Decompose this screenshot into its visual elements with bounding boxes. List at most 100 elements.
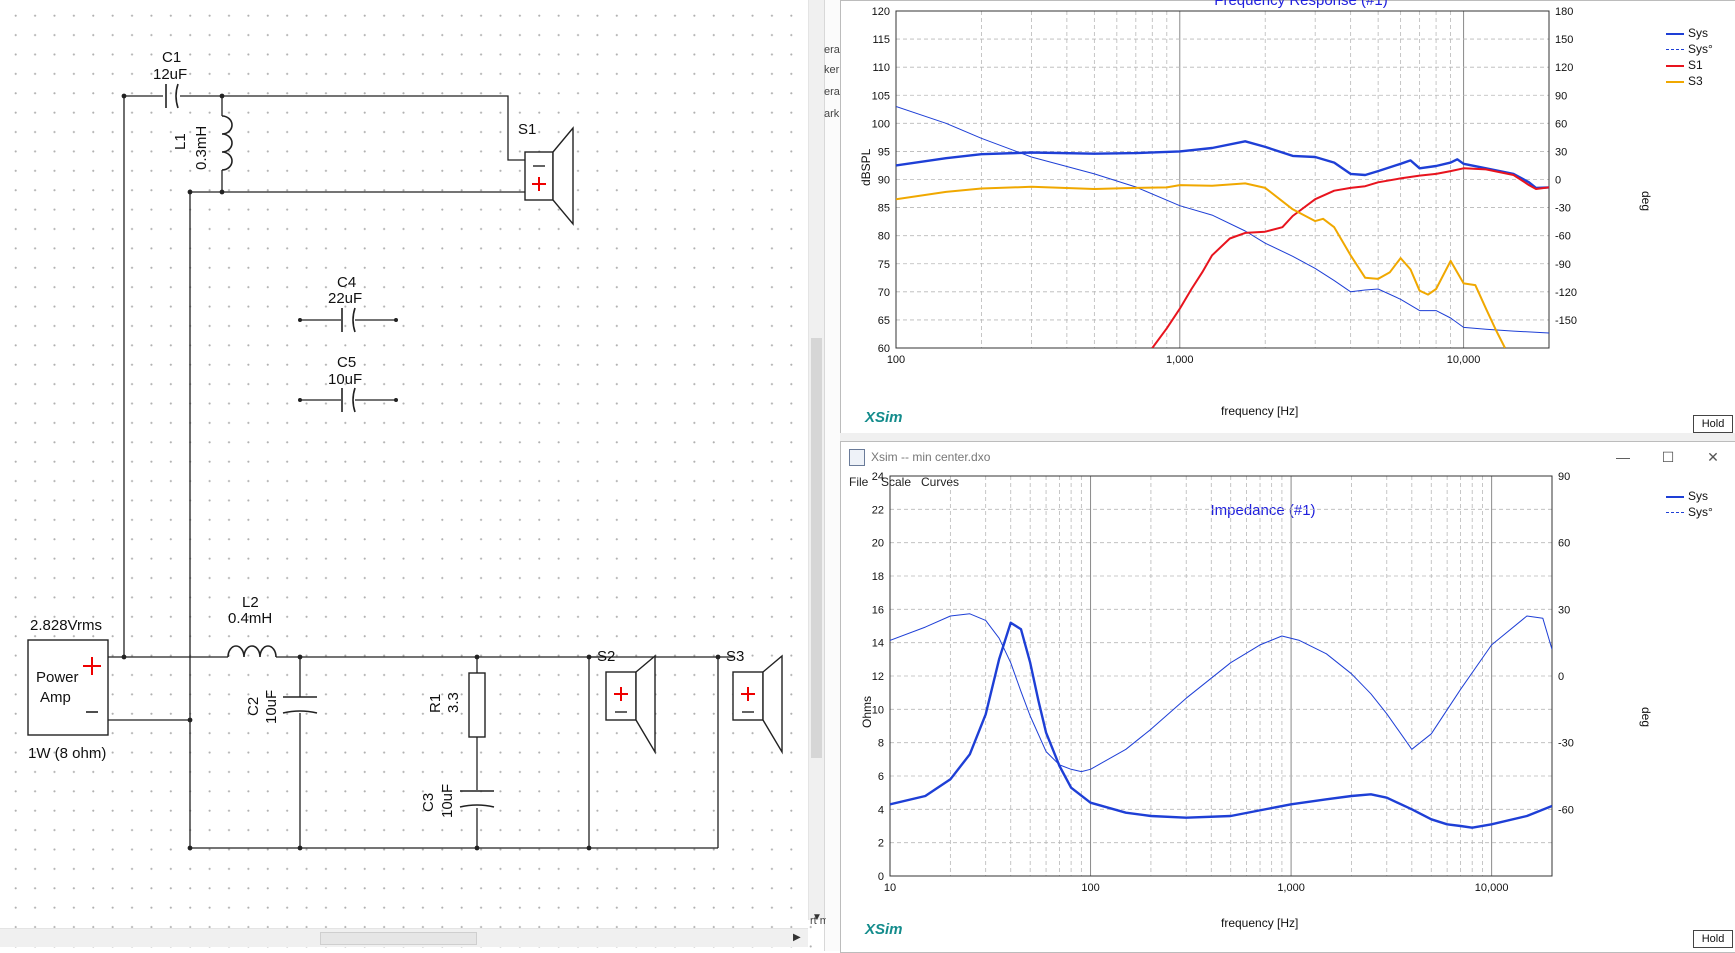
amp-label-line1: Power <box>36 669 79 686</box>
schematic-canvas[interactable]: C1 12uF L1 0.3mH S1 C4 22uF C5 10uF L2 0… <box>0 0 812 951</box>
c2-value: 10uF <box>263 690 280 724</box>
r1-value: 3.3 <box>445 692 462 713</box>
xsim-logo: XSim <box>865 921 903 938</box>
impedance-window[interactable]: Xsim -- min center.dxo — ☐ ✕ File Scale … <box>840 441 1735 953</box>
x-axis-label: frequency [Hz] <box>1221 916 1299 930</box>
wire <box>717 656 733 848</box>
y-tick-label: 12 <box>872 671 884 683</box>
y2-tick-label: 90 <box>1558 471 1570 483</box>
y-axis-label: Ohms <box>860 695 874 728</box>
y2-tick-label: -60 <box>1555 231 1571 243</box>
y-tick-label: 85 <box>878 203 890 215</box>
y-tick-label: 20 <box>872 538 884 550</box>
l2-name: L2 <box>242 594 259 611</box>
c4-capacitor[interactable] <box>341 307 356 333</box>
hold-button[interactable]: Hold <box>1693 415 1733 433</box>
y-tick-label: 115 <box>872 34 890 46</box>
x-tick-label: 10 <box>884 882 896 894</box>
s1-speaker[interactable] <box>524 126 574 226</box>
legend-label: Sys <box>1688 26 1709 40</box>
legend-label: Sys° <box>1688 42 1713 56</box>
power-amp[interactable] <box>27 639 109 736</box>
frequency-response-window[interactable]: Frequency Response (#1) 120 115 110 105 100 9… <box>840 0 1735 435</box>
legend-swatch <box>1666 49 1684 50</box>
y2-tick-label: 60 <box>1555 118 1567 130</box>
y-axis-label: dBSPL <box>859 148 873 186</box>
c3-capacitor[interactable] <box>459 790 495 808</box>
legend-label: S3 <box>1688 74 1703 88</box>
r1-name: R1 <box>427 694 444 713</box>
y-tick-label: 95 <box>878 146 890 158</box>
y2-tick-label: 60 <box>1558 538 1570 550</box>
grid <box>895 10 1550 349</box>
y-tick-label: 6 <box>878 771 884 783</box>
y2-tick-label: 180 <box>1555 6 1573 18</box>
y2-tick-label: -30 <box>1555 203 1571 215</box>
c1-value: 12uF <box>153 66 187 83</box>
y-tick-label: 70 <box>878 287 890 299</box>
xsim-logo: XSim <box>865 409 903 426</box>
l2-inductor[interactable] <box>227 645 277 658</box>
scrollbar-thumb[interactable] <box>320 932 477 945</box>
wire <box>588 656 606 848</box>
y2-tick-label: 30 <box>1555 146 1567 158</box>
y2-tick-label: -150 <box>1555 315 1577 327</box>
y2-tick-label: 120 <box>1555 62 1573 74</box>
l2-value: 0.4mH <box>228 610 272 627</box>
y2-tick-label: -120 <box>1555 287 1577 299</box>
legend-swatch <box>1666 65 1684 67</box>
scroll-right-icon[interactable]: ▶ <box>793 932 801 943</box>
y-tick-label: 65 <box>878 315 890 327</box>
y-tick-label: 100 <box>872 118 890 130</box>
y2-tick-label: -30 <box>1558 738 1574 750</box>
y2-axis-label: deg <box>1639 707 1653 728</box>
y-tick-label: 105 <box>872 90 890 102</box>
y-tick-label: 75 <box>878 259 890 271</box>
r1-resistor[interactable] <box>468 672 486 738</box>
x-axis-label: frequency [Hz] <box>1221 404 1299 418</box>
strip-text: era <box>824 86 840 98</box>
y-tick-label: 4 <box>878 804 884 816</box>
y-tick-label: 80 <box>878 231 890 243</box>
x-tick-label: 100 <box>887 354 905 366</box>
l1-inductor[interactable] <box>221 115 233 171</box>
series-group <box>896 106 1549 348</box>
c4-value: 22uF <box>328 290 362 307</box>
c1-capacitor[interactable] <box>165 83 179 109</box>
legend-label: Sys <box>1688 489 1709 503</box>
c2-capacitor[interactable] <box>282 696 318 714</box>
amp-rating: 1W (8 ohm) <box>28 745 106 762</box>
strip-text: ark <box>824 108 840 120</box>
y-tick-label: 16 <box>872 604 884 616</box>
y-tick-label: 90 <box>878 175 890 187</box>
schematic-horizontal-scrollbar[interactable]: ▶ <box>0 928 808 947</box>
y2-tick-label: 0 <box>1555 175 1561 187</box>
x-tick-label: 10,000 <box>1447 354 1481 366</box>
s2-name: S2 <box>597 648 615 665</box>
y2-tick-label: 0 <box>1558 671 1564 683</box>
hold-button[interactable]: Hold <box>1693 930 1733 948</box>
strip-text: rt mo <box>810 915 826 927</box>
x-tick-label: 1,000 <box>1166 354 1194 366</box>
y-tick-label: 110 <box>872 62 890 74</box>
c3-name: C3 <box>420 793 437 812</box>
series-group <box>890 613 1552 829</box>
schematic-diagram[interactable]: C1 12uF L1 0.3mH S1 C4 22uF C5 10uF L2 0… <box>0 0 808 928</box>
y2-tick-label: 90 <box>1555 90 1567 102</box>
strip-text: ker <box>824 64 840 76</box>
c5-capacitor[interactable] <box>341 387 356 413</box>
y-tick-label: 14 <box>872 638 884 650</box>
y2-tick-label: -60 <box>1558 804 1574 816</box>
schematic-vertical-scrollbar[interactable]: ▼ <box>808 0 825 923</box>
y2-tick-label: 30 <box>1558 604 1570 616</box>
legend-label: S1 <box>1688 58 1703 72</box>
s3-speaker[interactable] <box>732 654 783 755</box>
series-line-sys-phase <box>896 106 1549 334</box>
series-line-sys-phase <box>890 613 1552 773</box>
hidden-window-edge <box>824 0 841 951</box>
legend-swatch <box>1666 512 1684 513</box>
y-tick-label: 2 <box>878 838 884 850</box>
scrollbar-thumb[interactable] <box>811 338 822 758</box>
s2-speaker[interactable] <box>605 654 656 755</box>
legend-swatch <box>1666 81 1684 83</box>
